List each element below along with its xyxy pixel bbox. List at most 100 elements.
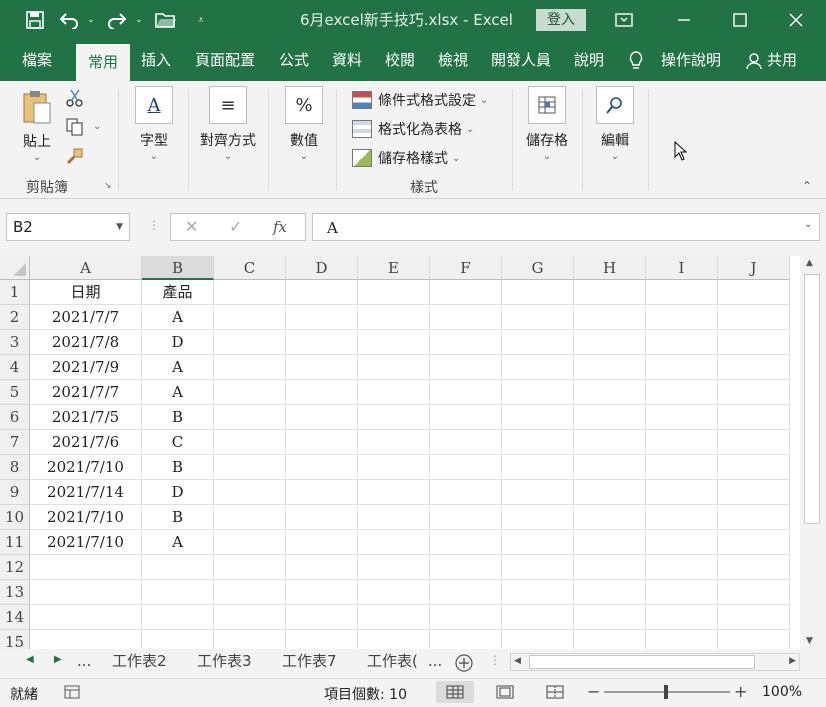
table-cell[interactable] — [214, 630, 286, 649]
table-cell[interactable] — [574, 455, 646, 480]
table-cell[interactable] — [430, 480, 502, 505]
close-icon[interactable] — [782, 0, 810, 40]
zoom-in-icon[interactable]: + — [734, 682, 747, 701]
signin-button[interactable]: 登入 — [536, 9, 586, 31]
table-cell[interactable] — [718, 580, 790, 605]
table-cell[interactable] — [430, 580, 502, 605]
row-header[interactable]: 9 — [0, 480, 30, 505]
expand-formula-bar-icon[interactable]: ⌄ — [804, 219, 812, 230]
collapse-ribbon-icon[interactable]: ⌃ — [802, 179, 812, 193]
tab-split-grip-icon[interactable]: ⋮ — [489, 653, 501, 667]
table-cell[interactable] — [358, 455, 430, 480]
lightbulb-icon[interactable] — [626, 40, 646, 81]
page-break-view-icon[interactable] — [546, 685, 564, 699]
cells-dropdown-icon[interactable]: ⌄ — [521, 151, 573, 162]
table-cell[interactable] — [286, 505, 358, 530]
table-cell[interactable] — [718, 505, 790, 530]
table-cell[interactable] — [574, 505, 646, 530]
table-cell[interactable] — [718, 430, 790, 455]
name-box-dropdown-icon[interactable]: ▼ — [116, 214, 123, 240]
table-cell[interactable] — [430, 455, 502, 480]
table-cell[interactable] — [358, 630, 430, 649]
table-cell[interactable] — [646, 355, 718, 380]
redo-dropdown-icon[interactable]: ⌄ — [132, 0, 146, 40]
row-header[interactable]: 11 — [0, 530, 30, 555]
table-cell[interactable] — [718, 330, 790, 355]
table-cell[interactable] — [646, 455, 718, 480]
sheet-tabs-ellipsis[interactable]: ... — [77, 650, 91, 672]
table-cell[interactable] — [646, 330, 718, 355]
cancel-icon[interactable]: ✕ — [185, 217, 198, 236]
zoom-level[interactable]: 100% — [762, 684, 802, 700]
share-button[interactable]: 共用 — [767, 40, 797, 81]
table-cell[interactable] — [286, 480, 358, 505]
table-cell[interactable] — [214, 305, 286, 330]
table-cell[interactable] — [358, 305, 430, 330]
ribbon-display-icon[interactable] — [610, 0, 638, 40]
table-cell[interactable] — [358, 330, 430, 355]
row-header[interactable]: 1 — [0, 280, 30, 305]
table-cell[interactable] — [430, 305, 502, 330]
tab-home[interactable]: 常用 — [76, 44, 131, 81]
paste-button[interactable]: 貼上 ⌄ — [14, 89, 60, 163]
editing-button[interactable]: 編輯 ⌄ — [590, 86, 640, 162]
column-header[interactable]: D — [286, 256, 358, 280]
table-cell[interactable] — [502, 280, 574, 305]
column-header[interactable]: C — [214, 256, 286, 280]
column-header[interactable]: B — [142, 256, 214, 280]
table-cell[interactable] — [142, 555, 214, 580]
table-cell[interactable] — [718, 380, 790, 405]
sheet-tab[interactable]: 工作表3 — [197, 650, 252, 672]
table-cell[interactable] — [214, 505, 286, 530]
table-cell[interactable] — [574, 530, 646, 555]
column-header[interactable]: A — [30, 256, 142, 280]
column-header[interactable]: J — [718, 256, 790, 280]
horizontal-scroll-thumb[interactable] — [529, 655, 755, 669]
table-cell[interactable] — [646, 305, 718, 330]
undo-dropdown-icon[interactable]: ⌄ — [84, 0, 98, 40]
save-icon[interactable] — [22, 0, 48, 40]
table-cell[interactable] — [502, 405, 574, 430]
table-cell[interactable] — [502, 455, 574, 480]
table-cell[interactable] — [142, 580, 214, 605]
previous-sheet-icon[interactable]: ◀ — [26, 654, 34, 665]
table-cell[interactable] — [286, 430, 358, 455]
table-cell[interactable] — [142, 605, 214, 630]
table-cell[interactable] — [358, 580, 430, 605]
row-header[interactable]: 7 — [0, 430, 30, 455]
table-cell[interactable]: A — [142, 305, 214, 330]
table-cell[interactable] — [574, 555, 646, 580]
table-cell[interactable]: A — [142, 380, 214, 405]
table-cell[interactable] — [214, 580, 286, 605]
table-cell[interactable] — [646, 280, 718, 305]
table-cell[interactable]: 2021/7/10 — [30, 530, 142, 555]
table-cell[interactable] — [286, 305, 358, 330]
table-cell[interactable] — [430, 330, 502, 355]
table-cell[interactable] — [574, 380, 646, 405]
page-layout-view-icon[interactable] — [496, 685, 514, 699]
table-cell[interactable] — [574, 605, 646, 630]
table-cell[interactable] — [430, 430, 502, 455]
table-cell[interactable] — [718, 555, 790, 580]
row-header[interactable]: 14 — [0, 605, 30, 630]
table-cell[interactable]: B — [142, 505, 214, 530]
table-cell[interactable] — [358, 405, 430, 430]
sheet-tab[interactable]: 工作表( — [367, 650, 423, 672]
font-button[interactable]: A 字型 ⌄ — [130, 86, 178, 162]
table-cell[interactable] — [358, 355, 430, 380]
table-cell[interactable]: 2021/7/5 — [30, 405, 142, 430]
table-cell[interactable] — [718, 480, 790, 505]
table-cell[interactable] — [142, 630, 214, 649]
table-cell[interactable] — [30, 630, 142, 649]
table-cell[interactable] — [214, 355, 286, 380]
format-as-table-button[interactable]: 格式化為表格 ⌄ — [352, 119, 474, 139]
customize-toolbar-icon[interactable]: ⩡ — [192, 0, 210, 40]
table-cell[interactable] — [286, 455, 358, 480]
cell-styles-button[interactable]: 儲存格樣式 ⌄ — [352, 148, 460, 168]
table-cell[interactable] — [214, 430, 286, 455]
table-cell[interactable] — [502, 555, 574, 580]
cut-icon[interactable] — [66, 89, 84, 107]
row-header[interactable]: 3 — [0, 330, 30, 355]
sheet-tab[interactable]: 工作表7 — [282, 650, 337, 672]
row-header[interactable]: 8 — [0, 455, 30, 480]
